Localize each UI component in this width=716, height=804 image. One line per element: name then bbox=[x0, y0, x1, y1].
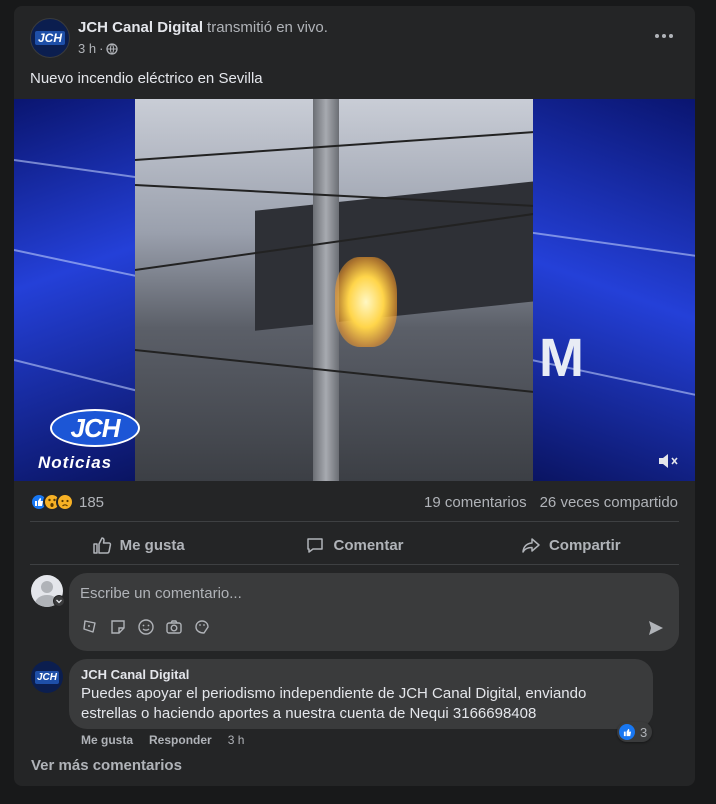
share-button-label: Compartir bbox=[548, 536, 621, 554]
camera-icon[interactable] bbox=[165, 618, 183, 636]
divider bbox=[30, 564, 679, 565]
electrical-fire bbox=[335, 257, 397, 347]
comment-time[interactable]: 3 h bbox=[228, 733, 245, 747]
view-more-comments-link[interactable]: Ver más comentarios bbox=[31, 757, 182, 774]
page-name-link[interactable]: JCH Canal Digital bbox=[78, 19, 203, 36]
commenter-avatar[interactable]: JCH bbox=[31, 661, 63, 693]
reaction-summary[interactable]: 185 bbox=[30, 490, 104, 514]
comment-like-button[interactable]: Me gusta bbox=[81, 733, 133, 747]
comment-input[interactable] bbox=[80, 582, 640, 604]
post-card: JCH JCH Canal Digital transmitió en vivo.… bbox=[14, 6, 695, 786]
meta-separator: · bbox=[99, 41, 104, 56]
like-icon bbox=[619, 724, 635, 740]
like-button-label: Me gusta bbox=[119, 536, 185, 554]
comment-actions: Me gusta Responder 3 h bbox=[81, 733, 244, 747]
post-action-text: transmitió en vivo. bbox=[207, 19, 328, 36]
emoji-icon[interactable] bbox=[137, 618, 155, 636]
more-options-button[interactable] bbox=[650, 24, 678, 48]
commenter-avatar-logo: JCH bbox=[34, 670, 59, 684]
live-video[interactable]: M JCH Noticias bbox=[14, 99, 695, 481]
divider bbox=[30, 521, 679, 522]
thumbs-up-icon bbox=[92, 537, 111, 554]
video-background-right bbox=[533, 99, 695, 481]
comment-reply-button[interactable]: Responder bbox=[149, 733, 212, 747]
engagement-stats: 19 comentarios 26 veces compartido bbox=[424, 494, 678, 511]
send-icon[interactable] bbox=[647, 619, 665, 637]
post-time[interactable]: 3 h bbox=[78, 41, 96, 56]
page-avatar-logo: JCH bbox=[34, 31, 65, 45]
page-avatar[interactable]: JCH bbox=[30, 18, 70, 58]
jch-logo: JCH bbox=[50, 409, 140, 447]
comment-author-link[interactable]: JCH Canal Digital bbox=[81, 667, 641, 682]
comment-button[interactable]: Comentar bbox=[246, 528, 462, 562]
noticias-label: Noticias bbox=[38, 453, 113, 472]
reaction-count: 185 bbox=[79, 493, 105, 511]
comment-reaction-count: 3 bbox=[640, 724, 648, 740]
avatar-head bbox=[41, 581, 53, 593]
dot-icon bbox=[655, 34, 659, 38]
video-footage bbox=[135, 99, 533, 481]
sticker-icon[interactable] bbox=[109, 618, 127, 636]
post-caption: Nuevo incendio eléctrico en Sevilla bbox=[30, 70, 263, 87]
comment-composer bbox=[69, 573, 679, 651]
chevron-down-icon[interactable] bbox=[53, 595, 65, 607]
sad-icon bbox=[56, 493, 74, 511]
globe-icon[interactable] bbox=[106, 42, 119, 55]
muted-speaker-icon[interactable] bbox=[657, 451, 681, 471]
like-button[interactable]: Me gusta bbox=[30, 528, 246, 562]
avatar-sticker-icon[interactable] bbox=[81, 618, 99, 636]
comments-count-link[interactable]: 19 comentarios bbox=[424, 494, 527, 511]
share-button[interactable]: Compartir bbox=[463, 528, 679, 562]
comment-reaction-badge[interactable]: 3 bbox=[617, 722, 653, 742]
post-meta: 3 h · bbox=[78, 41, 119, 56]
header-text: JCH Canal Digital transmitió en vivo. bbox=[78, 19, 328, 37]
gif-sticker-icon[interactable] bbox=[193, 618, 211, 636]
comment-bubble: JCH Canal Digital Puedes apoyar el perio… bbox=[69, 659, 653, 729]
comment-icon bbox=[307, 538, 324, 553]
comment-text: Puedes apoyar el periodismo independient… bbox=[81, 685, 587, 722]
dot-icon bbox=[662, 34, 666, 38]
post-header: JCH JCH Canal Digital transmitió en vivo.… bbox=[30, 18, 680, 60]
jch-logo-text: JCH bbox=[70, 412, 120, 443]
composer-tools bbox=[81, 618, 211, 636]
shares-count-link[interactable]: 26 veces compartido bbox=[540, 494, 678, 511]
share-icon bbox=[522, 538, 540, 553]
comment-button-label: Comentar bbox=[333, 536, 404, 554]
dot-icon bbox=[669, 34, 673, 38]
overlay-letter: M bbox=[539, 328, 584, 388]
post-actions-bar: Me gusta Comentar Compartir bbox=[30, 528, 679, 562]
